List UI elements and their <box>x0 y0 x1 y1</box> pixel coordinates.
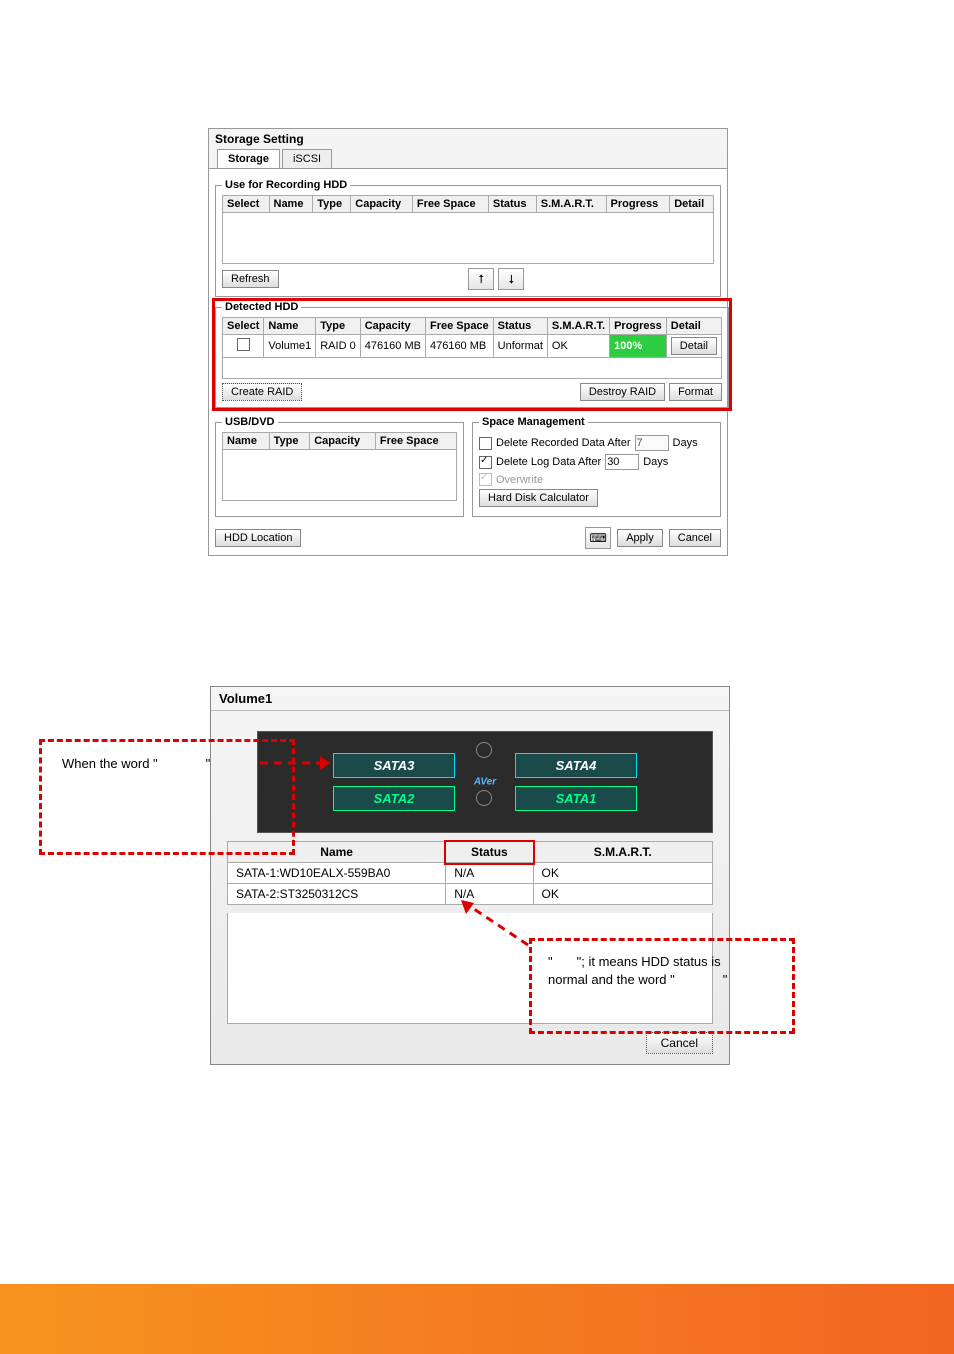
disc-icon <box>476 790 492 806</box>
usb-dvd-legend: USB/DVD <box>222 416 278 428</box>
cell-name: Volume1 <box>264 335 316 358</box>
apply-button[interactable]: Apply <box>617 529 663 547</box>
arrow-up-icon[interactable]: ⭡ <box>468 268 494 290</box>
recording-hdd-empty <box>222 213 714 264</box>
callout-left-text: When the word "" <box>62 755 210 773</box>
col-select[interactable]: Select <box>223 196 270 213</box>
callout-arrow-icon <box>458 900 538 950</box>
days-label: Days <box>673 437 698 449</box>
detected-hdd-blank <box>222 358 722 379</box>
col-smart[interactable]: S.M.A.R.T. <box>533 842 712 863</box>
col-type[interactable]: Type <box>313 196 351 213</box>
cell-name: SATA-2:ST3250312CS <box>228 884 446 905</box>
overwrite-checkbox <box>479 473 492 486</box>
space-management-fieldset: Space Management Delete Recorded Data Af… <box>472 416 721 517</box>
recording-hdd-fieldset: Use for Recording HDD Select Name Type C… <box>215 179 721 297</box>
cell-status: Unformat <box>493 335 547 358</box>
sata-panel: SATA3 SATA2 AVer SATA4 SATA1 <box>257 731 713 833</box>
cell-status: N/A <box>446 863 533 884</box>
storage-setting-window: Storage Setting Storage iSCSI Use for Re… <box>208 128 728 556</box>
col-detail[interactable]: Detail <box>670 196 714 213</box>
col-name[interactable]: Name <box>223 433 270 450</box>
format-button[interactable]: Format <box>669 383 722 401</box>
col-capacity[interactable]: Capacity <box>360 318 425 335</box>
delete-log-checkbox[interactable] <box>479 456 492 469</box>
row-checkbox[interactable] <box>237 338 250 351</box>
table-row[interactable]: Volume1 RAID 0 476160 MB 476160 MB Unfor… <box>223 335 722 358</box>
destroy-raid-button[interactable]: Destroy RAID <box>580 383 665 401</box>
usb-dvd-fieldset: USB/DVD Name Type Capacity Free Space <box>215 416 464 517</box>
col-progress[interactable]: Progress <box>606 196 670 213</box>
col-type[interactable]: Type <box>316 318 360 335</box>
col-smart[interactable]: S.M.A.R.T. <box>536 196 606 213</box>
hard-disk-calculator-button[interactable]: Hard Disk Calculator <box>479 489 598 507</box>
table-row: SATA-1:WD10EALX-559BA0 N/A OK <box>228 863 713 884</box>
cell-name: SATA-1:WD10EALX-559BA0 <box>228 863 446 884</box>
delete-recorded-label: Delete Recorded Data After <box>496 437 631 449</box>
col-freespace[interactable]: Free Space <box>425 318 493 335</box>
col-capacity[interactable]: Capacity <box>351 196 413 213</box>
days-label: Days <box>643 456 668 468</box>
detected-hdd-legend: Detected HDD <box>222 301 301 313</box>
disc-icon <box>476 742 492 758</box>
col-name[interactable]: Name <box>264 318 316 335</box>
cell-smart: OK <box>533 863 712 884</box>
col-progress[interactable]: Progress <box>610 318 667 335</box>
usb-dvd-table: Name Type Capacity Free Space <box>222 432 457 450</box>
col-freespace[interactable]: Free Space <box>375 433 456 450</box>
cell-progress: 100% <box>610 335 667 358</box>
col-status[interactable]: Status <box>488 196 536 213</box>
cell-capacity: 476160 MB <box>360 335 425 358</box>
sata3-slot: SATA3 <box>333 753 455 778</box>
arrow-down-icon[interactable]: ⭣ <box>498 268 524 290</box>
recording-hdd-legend: Use for Recording HDD <box>222 179 350 191</box>
col-capacity[interactable]: Capacity <box>310 433 376 450</box>
create-raid-button[interactable]: Create RAID <box>222 383 302 401</box>
tab-iscsi[interactable]: iSCSI <box>282 149 332 168</box>
space-management-legend: Space Management <box>479 416 588 428</box>
sata4-slot: SATA4 <box>515 753 637 778</box>
cell-type: RAID 0 <box>316 335 360 358</box>
keyboard-icon[interactable]: ⌨ <box>585 527 611 549</box>
volume1-title: Volume1 <box>211 687 729 711</box>
tab-storage[interactable]: Storage <box>217 149 280 168</box>
delete-log-label: Delete Log Data After <box>496 456 601 468</box>
overwrite-label: Overwrite <box>496 474 543 486</box>
volume1-cancel-button[interactable]: Cancel <box>646 1032 713 1054</box>
cell-smart: OK <box>547 335 609 358</box>
col-type[interactable]: Type <box>269 433 310 450</box>
col-name[interactable]: Name <box>269 196 313 213</box>
volume1-table: Name Status S.M.A.R.T. SATA-1:WD10EALX-5… <box>227 841 713 905</box>
col-select[interactable]: Select <box>223 318 264 335</box>
col-status[interactable]: Status <box>446 842 533 863</box>
footer-bar <box>0 1284 954 1354</box>
detected-hdd-fieldset: Detected HDD Select Name Type Capacity F… <box>215 301 729 408</box>
callout-right-text: ""; it means HDD status is normal and th… <box>548 953 808 989</box>
sata2-slot: SATA2 <box>333 786 455 811</box>
col-status[interactable]: Status <box>493 318 547 335</box>
cell-smart: OK <box>533 884 712 905</box>
col-detail[interactable]: Detail <box>666 318 721 335</box>
refresh-button[interactable]: Refresh <box>222 270 279 288</box>
col-smart[interactable]: S.M.A.R.T. <box>547 318 609 335</box>
cancel-button[interactable]: Cancel <box>669 529 721 547</box>
delete-recorded-days-input[interactable] <box>635 435 669 451</box>
delete-recorded-checkbox[interactable] <box>479 437 492 450</box>
detected-hdd-table: Select Name Type Capacity Free Space Sta… <box>222 317 722 358</box>
sata1-slot: SATA1 <box>515 786 637 811</box>
window-title: Storage Setting <box>209 129 727 149</box>
recording-hdd-table: Select Name Type Capacity Free Space Sta… <box>222 195 714 213</box>
callout-arrow-icon <box>260 748 330 778</box>
detail-button[interactable]: Detail <box>671 337 717 355</box>
col-freespace[interactable]: Free Space <box>412 196 488 213</box>
hdd-location-button[interactable]: HDD Location <box>215 529 301 547</box>
cell-freespace: 476160 MB <box>425 335 493 358</box>
usb-dvd-empty <box>222 450 457 501</box>
aver-logo: AVer <box>474 777 496 788</box>
delete-log-days-input[interactable] <box>605 454 639 470</box>
